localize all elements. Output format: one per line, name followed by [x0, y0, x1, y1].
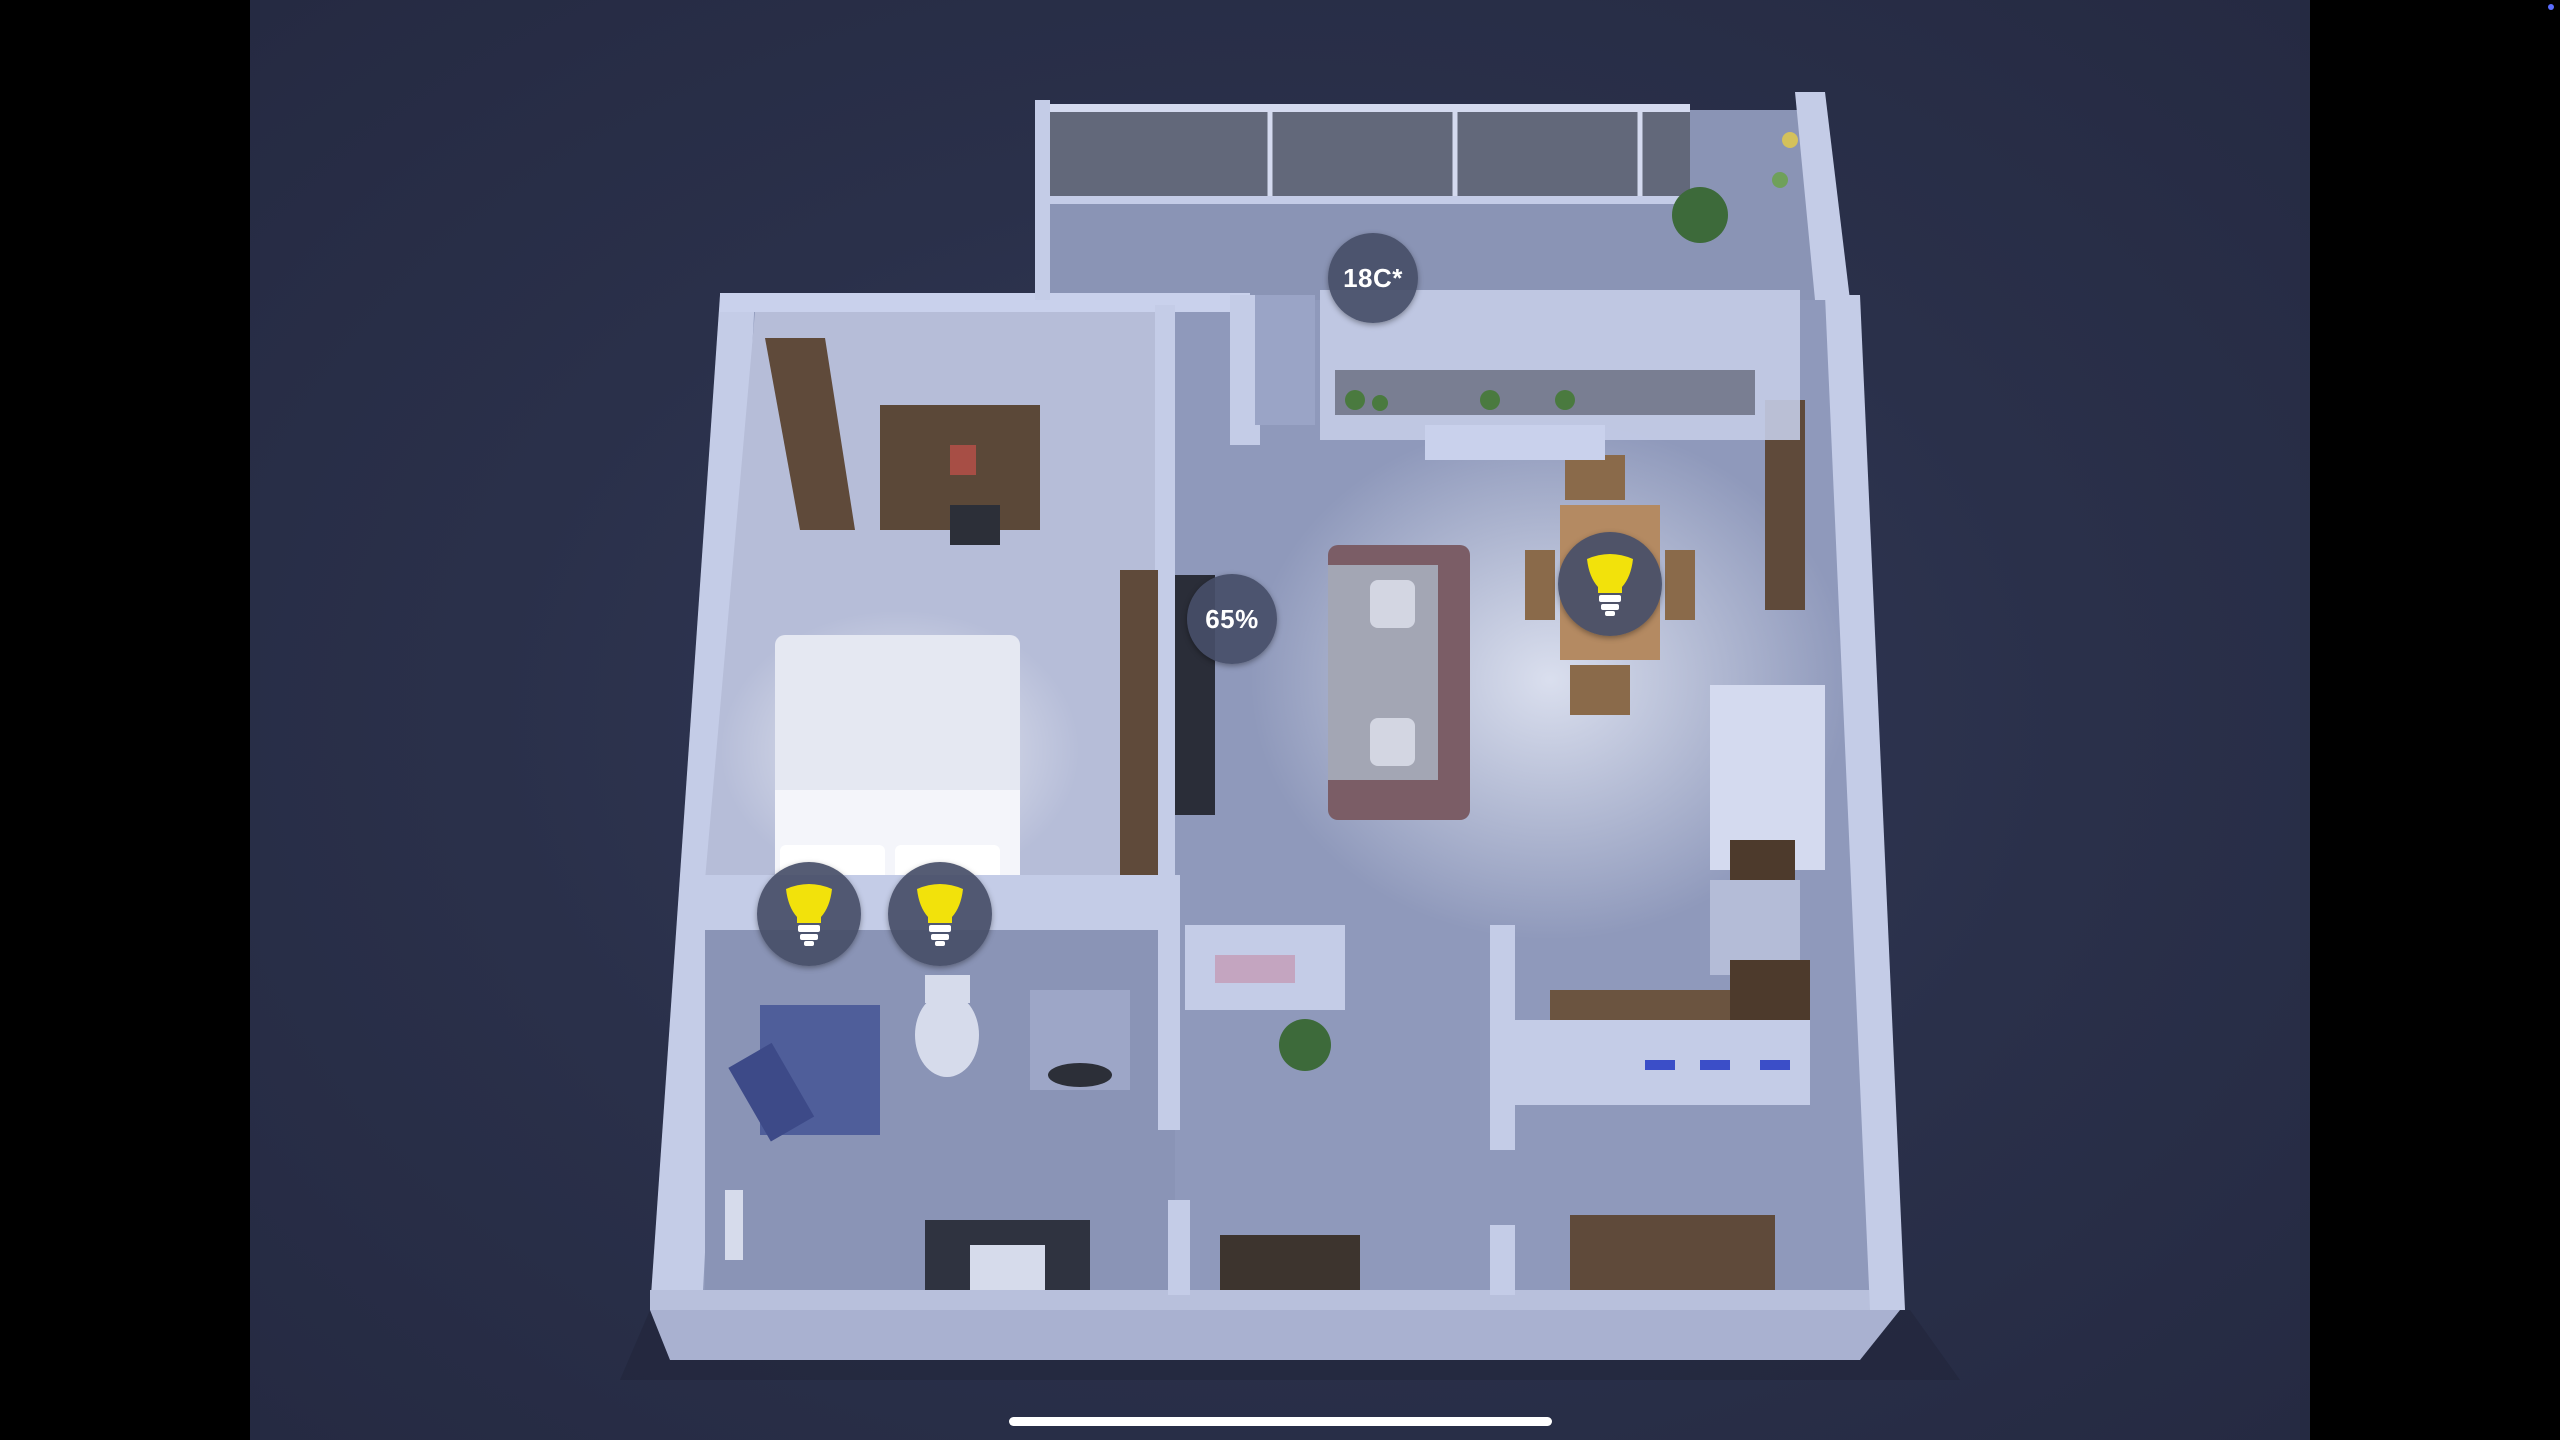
- plant: [1279, 1019, 1331, 1071]
- hall-cabinet: [1220, 1235, 1360, 1290]
- wall-outer-bottom: [650, 1290, 1900, 1310]
- home-view: 18C* 65%: [250, 0, 2310, 1440]
- closet-cabinet: [1570, 1215, 1775, 1290]
- lightbulb-icon: [917, 884, 963, 946]
- balcony-railing: [1050, 108, 1690, 198]
- toilet: [915, 993, 979, 1077]
- wall-bottom-face: [650, 1310, 1900, 1360]
- lightbulb-icon: [786, 884, 832, 946]
- lightbulb-icon: [1587, 554, 1633, 616]
- hall-wall-left: [1158, 930, 1180, 1130]
- floorplan-3d: [620, 92, 1960, 1380]
- light-bedroom-left-button[interactable]: [757, 862, 861, 966]
- balcony-wall-left: [1035, 100, 1050, 300]
- desk-chair: [950, 505, 1000, 545]
- humidity-badge[interactable]: 65%: [1187, 574, 1277, 664]
- temperature-label: 18C*: [1343, 262, 1403, 293]
- light-bedroom-right-button[interactable]: [888, 862, 992, 966]
- status-dot: [2548, 4, 2554, 10]
- temperature-badge[interactable]: 18C*: [1328, 233, 1418, 323]
- humidity-label: 65%: [1205, 603, 1259, 634]
- home-indicator[interactable]: [1009, 1417, 1552, 1426]
- light-dining-button[interactable]: [1558, 532, 1662, 636]
- balcony-plant: [1672, 187, 1728, 243]
